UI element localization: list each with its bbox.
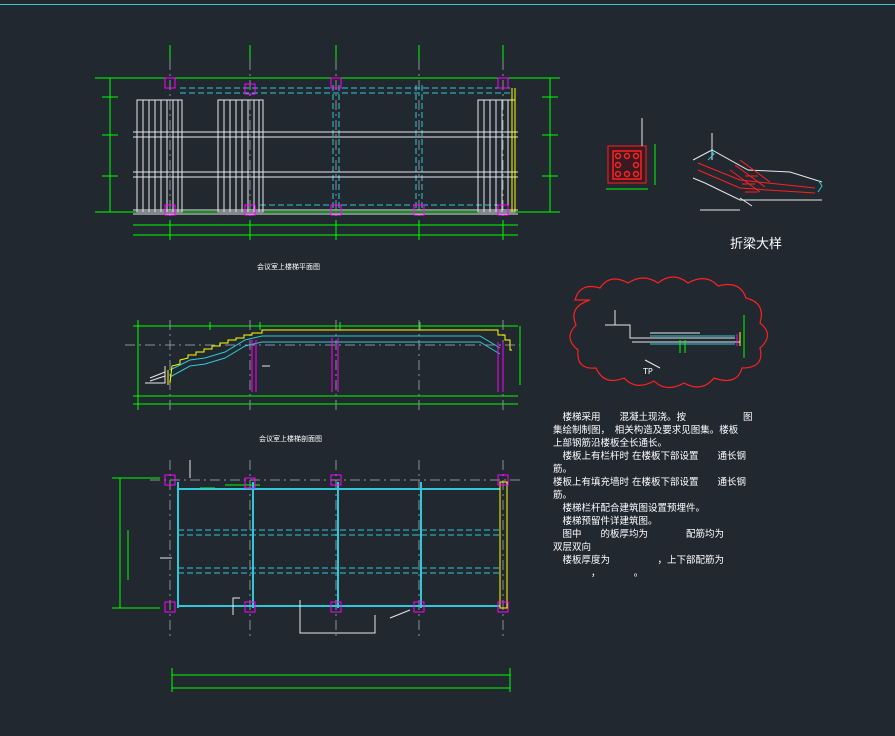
note-line: 上部钢筋沿楼板全长通长。: [553, 438, 668, 449]
note-line: 楼梯预留件详建筑图。: [553, 516, 658, 527]
note-line: 楼梯采用 混凝土现浇。按 图: [553, 412, 753, 423]
tp-tag: TP: [643, 367, 653, 376]
design-notes: 楼梯采用 混凝土现浇。按 图 集绘制制图， 相关构造及要求见图集。楼板 上部钢筋…: [553, 411, 753, 580]
cad-drawing-canvas[interactable]: [0, 0, 895, 736]
stair-plan-bottom: [112, 460, 520, 692]
stair-section: [125, 320, 521, 410]
revision-cloud-detail: [569, 276, 769, 389]
plan-top-title: 会议室上楼梯平面图: [257, 263, 320, 271]
note-line: ， 。: [553, 568, 644, 579]
note-line: 集绘制制图， 相关构造及要求见图集。楼板: [553, 425, 739, 436]
note-line: 楼梯栏杆配合建筑图设置预埋件。: [553, 503, 706, 514]
note-line: 筋。: [553, 490, 573, 501]
folded-beam-title: 折梁大样: [730, 237, 783, 252]
note-line: 楼板厚度为 ，上下部配筋为: [553, 555, 725, 566]
stair-plan-top: [95, 45, 560, 240]
note-line: 双层双向: [553, 542, 592, 553]
note-line: 图中 的板厚均为 配筋均为: [553, 529, 725, 540]
note-line: 筋。: [553, 464, 573, 475]
note-line: 楼板上有栏杆时 在楼板下部设置 通长钢: [553, 451, 747, 462]
folded-beam-detail: [692, 133, 823, 211]
note-line: 楼板上有填充墙时 在楼板下部设置 通长钢: [553, 477, 747, 488]
column-section-detail: [606, 118, 656, 190]
section-title: 会议室上楼梯剖面图: [259, 435, 322, 443]
